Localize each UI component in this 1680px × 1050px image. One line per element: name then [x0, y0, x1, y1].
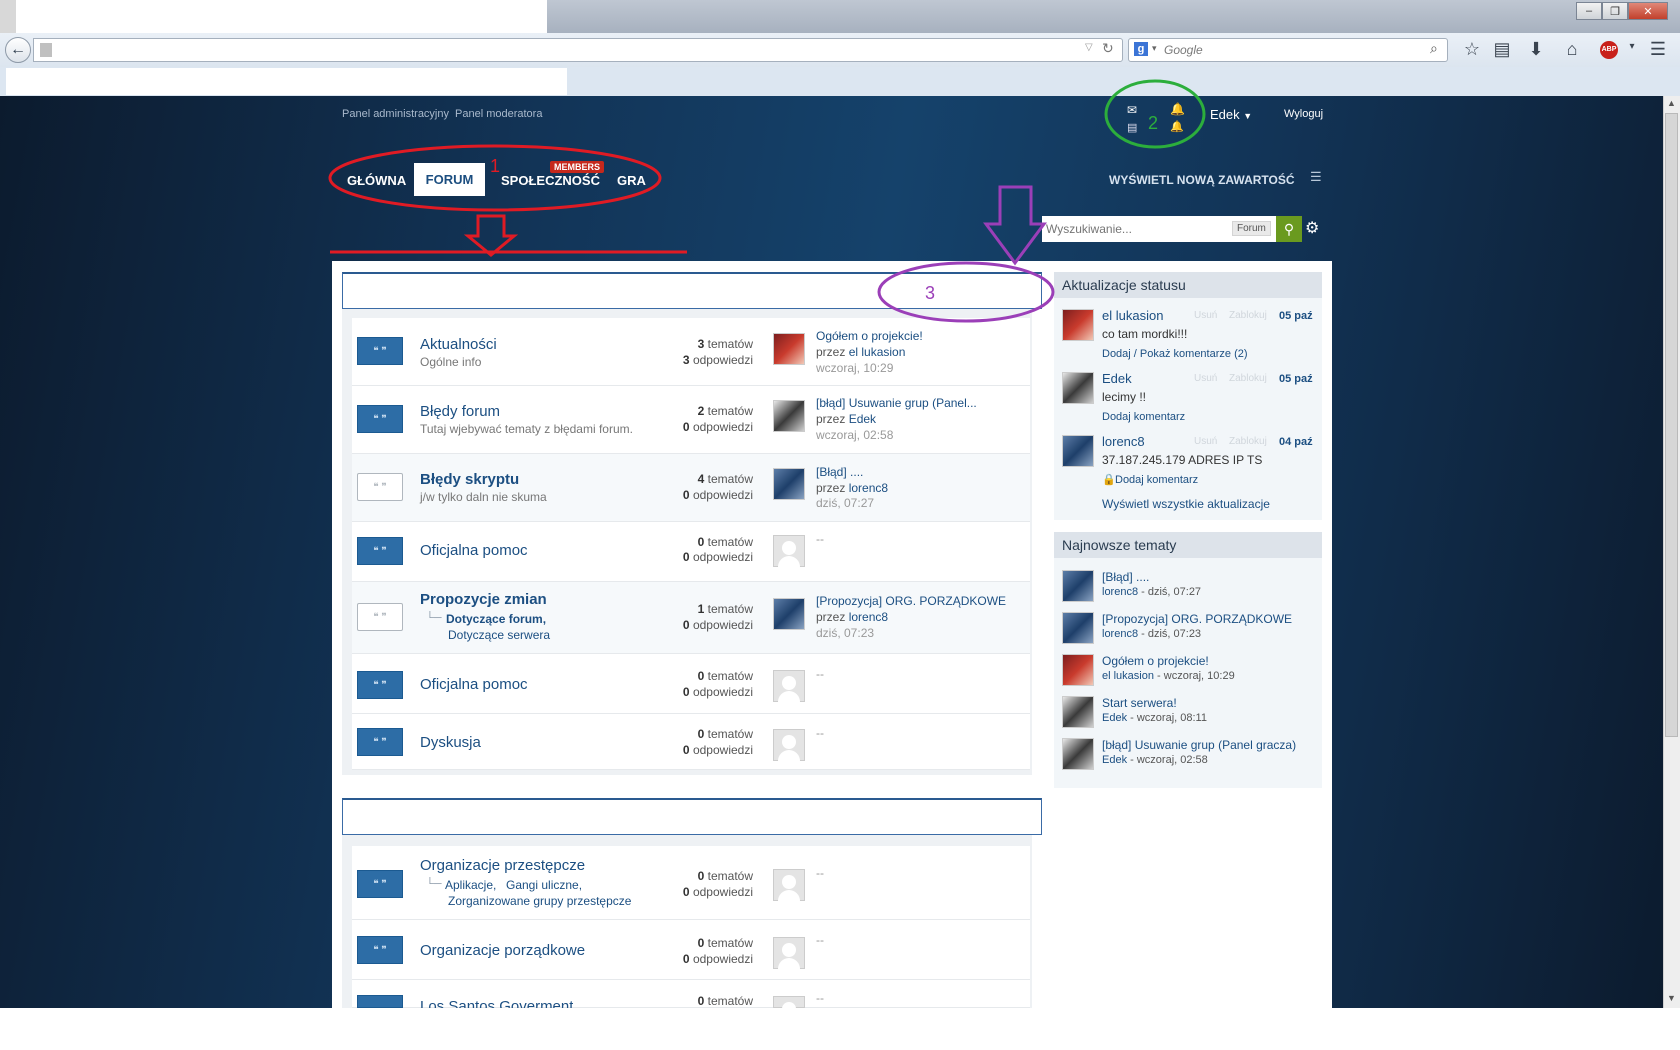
annotation-arrow-red — [463, 214, 519, 257]
annotation-label-2: 2 — [1148, 113, 1159, 133]
annotation-label-3: 3 — [925, 283, 936, 303]
annotation-arrow-purple — [983, 185, 1047, 266]
annotation-label-1: 1 — [490, 156, 501, 176]
annotation-ellipse-purple — [877, 261, 1055, 323]
scrollbar-thumb[interactable] — [1665, 113, 1678, 737]
annotation-layer — [328, 79, 1206, 323]
taskbar-area — [0, 1008, 1680, 1050]
scroll-down-icon[interactable]: ▼ — [1667, 993, 1676, 1003]
scroll-up-icon[interactable]: ▲ — [1667, 98, 1676, 108]
